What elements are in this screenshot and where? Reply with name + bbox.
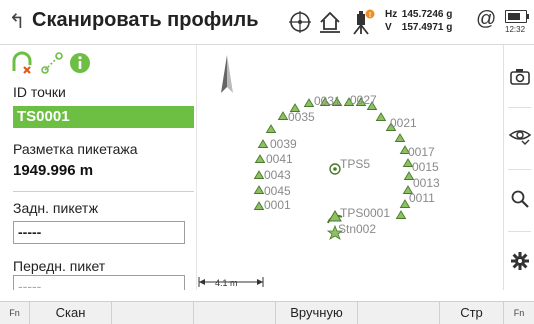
point-id-label: ID точки: [13, 84, 66, 100]
front-station-label: Передн. пикет: [13, 258, 106, 274]
softkey-empty-3[interactable]: [194, 302, 276, 324]
clock-time: 12:32: [505, 25, 526, 34]
manual-button[interactable]: Вручную: [276, 302, 358, 324]
app-window: ↰ Сканировать профиль ! Hz 145.7246 g V …: [0, 0, 534, 324]
survey-point-icon[interactable]: [303, 98, 315, 107]
survey-point-icon[interactable]: [253, 185, 265, 194]
softkey-empty-5[interactable]: [358, 302, 440, 324]
at-connection-icon[interactable]: @: [476, 8, 496, 31]
back-station-input[interactable]: -----: [13, 221, 185, 244]
left-panel: ID точки TS0001 Разметка пикетажа 1949.9…: [0, 45, 196, 290]
point-label: 0043: [264, 168, 291, 182]
scale-label: 4.1 m: [215, 278, 238, 288]
home-icon[interactable]: [316, 8, 344, 36]
back-icon[interactable]: ↰: [6, 10, 28, 34]
point-label: 0031: [314, 94, 341, 108]
scan-button[interactable]: Скан: [30, 302, 112, 324]
toolbar-divider: [508, 231, 531, 232]
point-id-field[interactable]: TS0001: [13, 106, 194, 128]
front-station-input[interactable]: -----: [13, 275, 185, 290]
status-gap: [0, 290, 534, 301]
stake-value: 1949.996 m: [13, 162, 94, 179]
map-view[interactable]: 0031 0027 0035 0021 0039 0017 0041 0015 …: [197, 45, 503, 290]
softkey-empty-2[interactable]: [112, 302, 194, 324]
survey-point-icon[interactable]: [254, 154, 266, 163]
point-label: 0027: [350, 93, 377, 107]
gear-icon: [510, 252, 529, 270]
v-label: V: [385, 22, 392, 33]
survey-point-icon[interactable]: [277, 111, 289, 120]
right-toolbar: [503, 45, 534, 290]
north-arrow-icon: [221, 55, 233, 93]
stake-label: Разметка пикетажа: [13, 141, 138, 157]
page-button[interactable]: Стр: [440, 302, 504, 324]
point-label: 0011: [409, 191, 435, 205]
point-label: TPS0001: [340, 206, 391, 220]
search-button[interactable]: [504, 171, 534, 227]
point-label: 0017: [408, 145, 435, 159]
survey-point-icon[interactable]: [395, 210, 407, 219]
survey-point-icon[interactable]: [394, 133, 406, 142]
toolbar-divider: [508, 169, 531, 170]
svg-text:!: !: [369, 12, 371, 19]
softkey-bar: Fn Скан Вручную Стр Fn: [0, 301, 534, 324]
survey-point-icon[interactable]: [257, 139, 269, 148]
point-label: 0013: [413, 176, 440, 190]
point-label: 0015: [412, 160, 439, 174]
stakeout-mode-icon[interactable]: [10, 51, 34, 75]
settings-button[interactable]: [504, 233, 534, 289]
hz-value: 145.7246 g: [401, 9, 453, 20]
visibility-button[interactable]: [504, 109, 534, 165]
survey-point-icon[interactable]: [265, 124, 277, 133]
point-label: 0035: [288, 110, 315, 124]
instrument-status-icon[interactable]: !: [348, 8, 376, 36]
page-title: Сканировать профиль: [32, 9, 259, 31]
tps5-station-icon: [329, 163, 341, 175]
survey-point-icon[interactable]: [253, 170, 265, 179]
title-bar: ↰ Сканировать профиль ! Hz 145.7246 g V …: [0, 0, 534, 45]
eye-icon: [508, 130, 531, 145]
point-label: 0041: [266, 152, 293, 166]
survey-point-icon[interactable]: [253, 201, 265, 210]
info-icon[interactable]: [68, 51, 92, 75]
divider: [13, 191, 194, 192]
v-value: 157.4971 g: [401, 22, 453, 33]
point-label: Stn002: [338, 222, 377, 236]
camera-button[interactable]: [504, 49, 534, 105]
search-icon: [511, 190, 529, 208]
point-label: 0001: [264, 198, 291, 212]
survey-point-icon[interactable]: [375, 112, 387, 121]
angle-readout: Hz 145.7246 g V 157.4971 g: [385, 8, 452, 34]
battery-icon: 12:32: [505, 8, 531, 36]
point-label: TPS5: [340, 157, 371, 171]
hz-label: Hz: [385, 9, 398, 20]
point-label: 0039: [270, 137, 297, 151]
toolbar-divider: [508, 107, 531, 108]
point-label: 0045: [264, 184, 291, 198]
point-label: 0021: [390, 116, 417, 130]
camera-icon: [509, 69, 530, 85]
prism-target-icon[interactable]: [286, 8, 314, 36]
fn-right-key[interactable]: Fn: [504, 302, 534, 324]
back-station-label: Задн. пикетж: [13, 200, 99, 216]
line-points-icon[interactable]: [40, 51, 64, 75]
fn-left-key[interactable]: Fn: [0, 302, 30, 324]
